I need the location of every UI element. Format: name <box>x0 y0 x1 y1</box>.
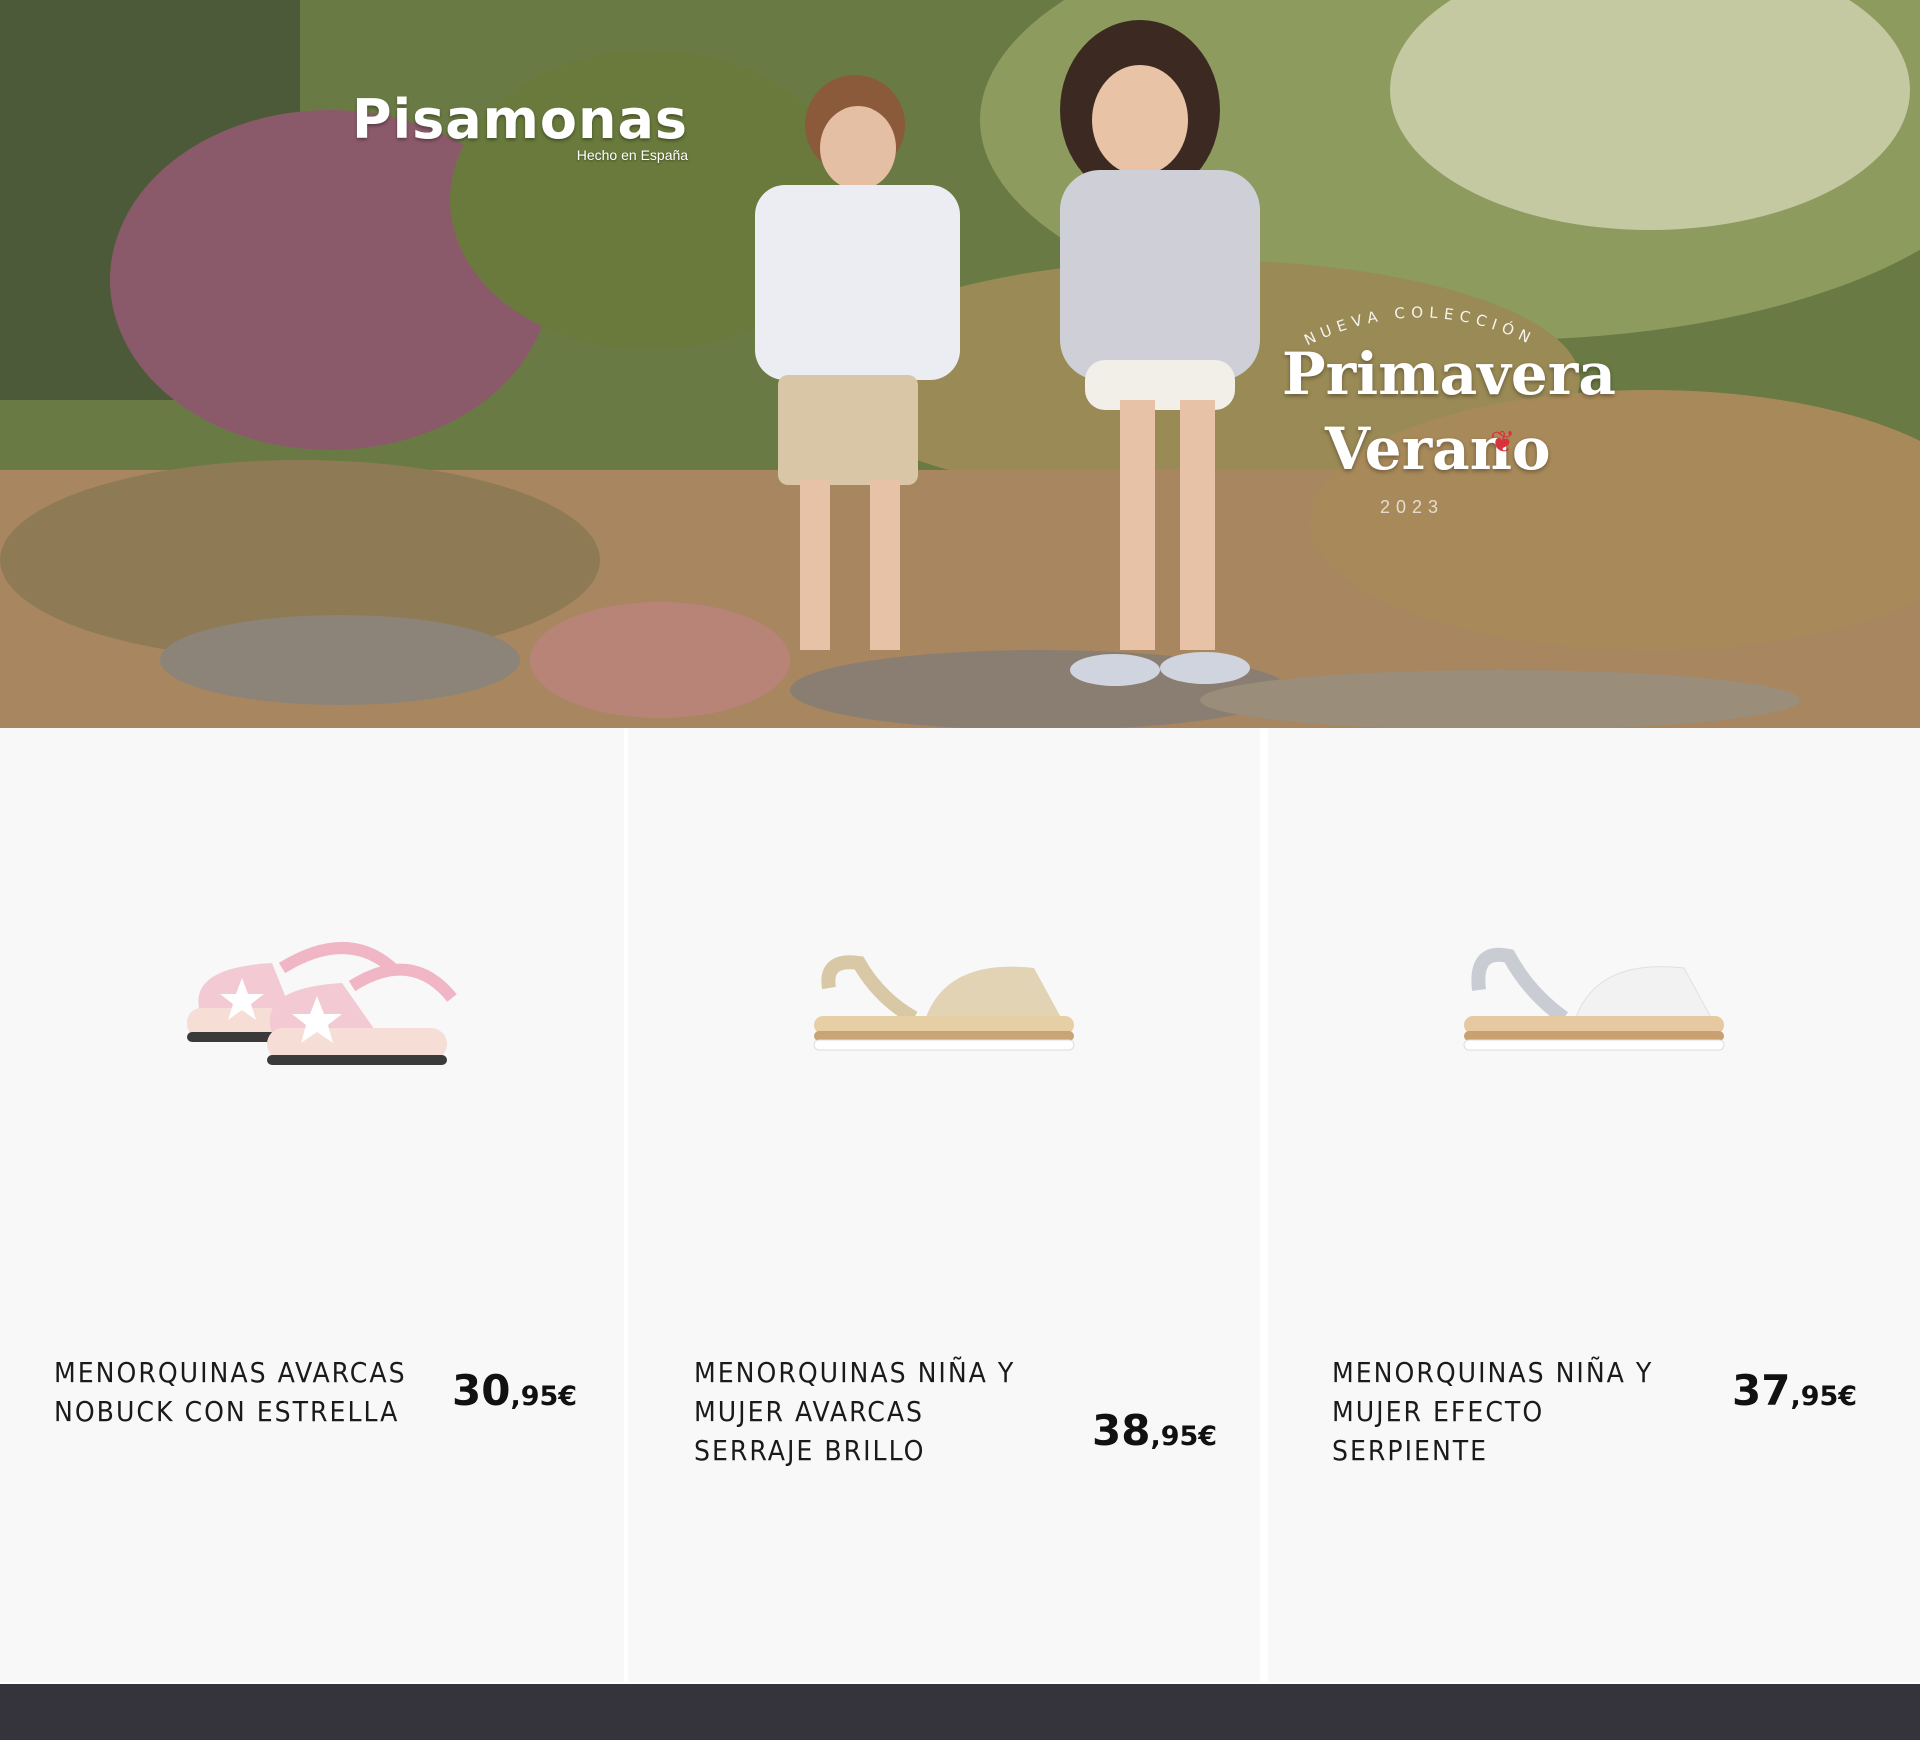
promo-title-line1: Primavera <box>1282 340 1616 408</box>
promo-year: 2023 <box>1380 497 1445 517</box>
product-grid: MENORQUINAS AVARCAS NOBUCK CON ESTRELLA … <box>0 728 1920 1684</box>
product-name[interactable]: MENORQUINAS AVARCAS NOBUCK CON ESTRELLA <box>54 1353 414 1431</box>
price-decimals: ,95€ <box>510 1381 578 1412</box>
hero-scene-image <box>0 0 1920 728</box>
price-decimals: ,95€ <box>1150 1421 1218 1452</box>
product-image[interactable] <box>628 788 1260 1208</box>
brand-logo[interactable]: Pisamonas Hecho en España <box>352 88 688 163</box>
price-integer: 30 <box>452 1366 511 1415</box>
product-price: 30,95€ <box>452 1366 577 1415</box>
product-name[interactable]: MENORQUINAS NIÑA Y MUJER EFECTO SERPIENT… <box>1332 1353 1692 1470</box>
product-card[interactable]: MENORQUINAS NIÑA Y MUJER AVARCAS SERRAJE… <box>628 728 1260 1682</box>
price-integer: 37 <box>1732 1366 1791 1415</box>
product-card[interactable]: MENORQUINAS NIÑA Y MUJER EFECTO SERPIENT… <box>1268 728 1920 1682</box>
product-card[interactable]: MENORQUINAS AVARCAS NOBUCK CON ESTRELLA … <box>0 728 624 1682</box>
product-image[interactable] <box>0 788 624 1208</box>
promo-badge: NUEVA COLECCIÓN Primavera Verano ❦ 2023 <box>1270 285 1616 545</box>
product-image[interactable] <box>1268 788 1920 1208</box>
product-price: 37,95€ <box>1732 1366 1857 1415</box>
white-snake-sandal-icon <box>1463 947 1725 1051</box>
butterfly-icon: ❦ <box>1490 425 1516 460</box>
footer-bar <box>0 1684 1920 1740</box>
beige-sandal-icon <box>813 955 1075 1051</box>
promo-title-line2: Verano <box>1325 415 1551 483</box>
product-name[interactable]: MENORQUINAS NIÑA Y MUJER AVARCAS SERRAJE… <box>694 1353 1054 1470</box>
brand-name: Pisamonas <box>352 88 689 151</box>
price-decimals: ,95€ <box>1790 1381 1858 1412</box>
hero-banner[interactable]: Pisamonas Hecho en España NUEVA COLECCIÓ… <box>0 0 1920 728</box>
price-integer: 38 <box>1092 1406 1151 1455</box>
product-price: 38,95€ <box>1092 1406 1217 1455</box>
pink-star-sandals-icon <box>187 942 457 1065</box>
